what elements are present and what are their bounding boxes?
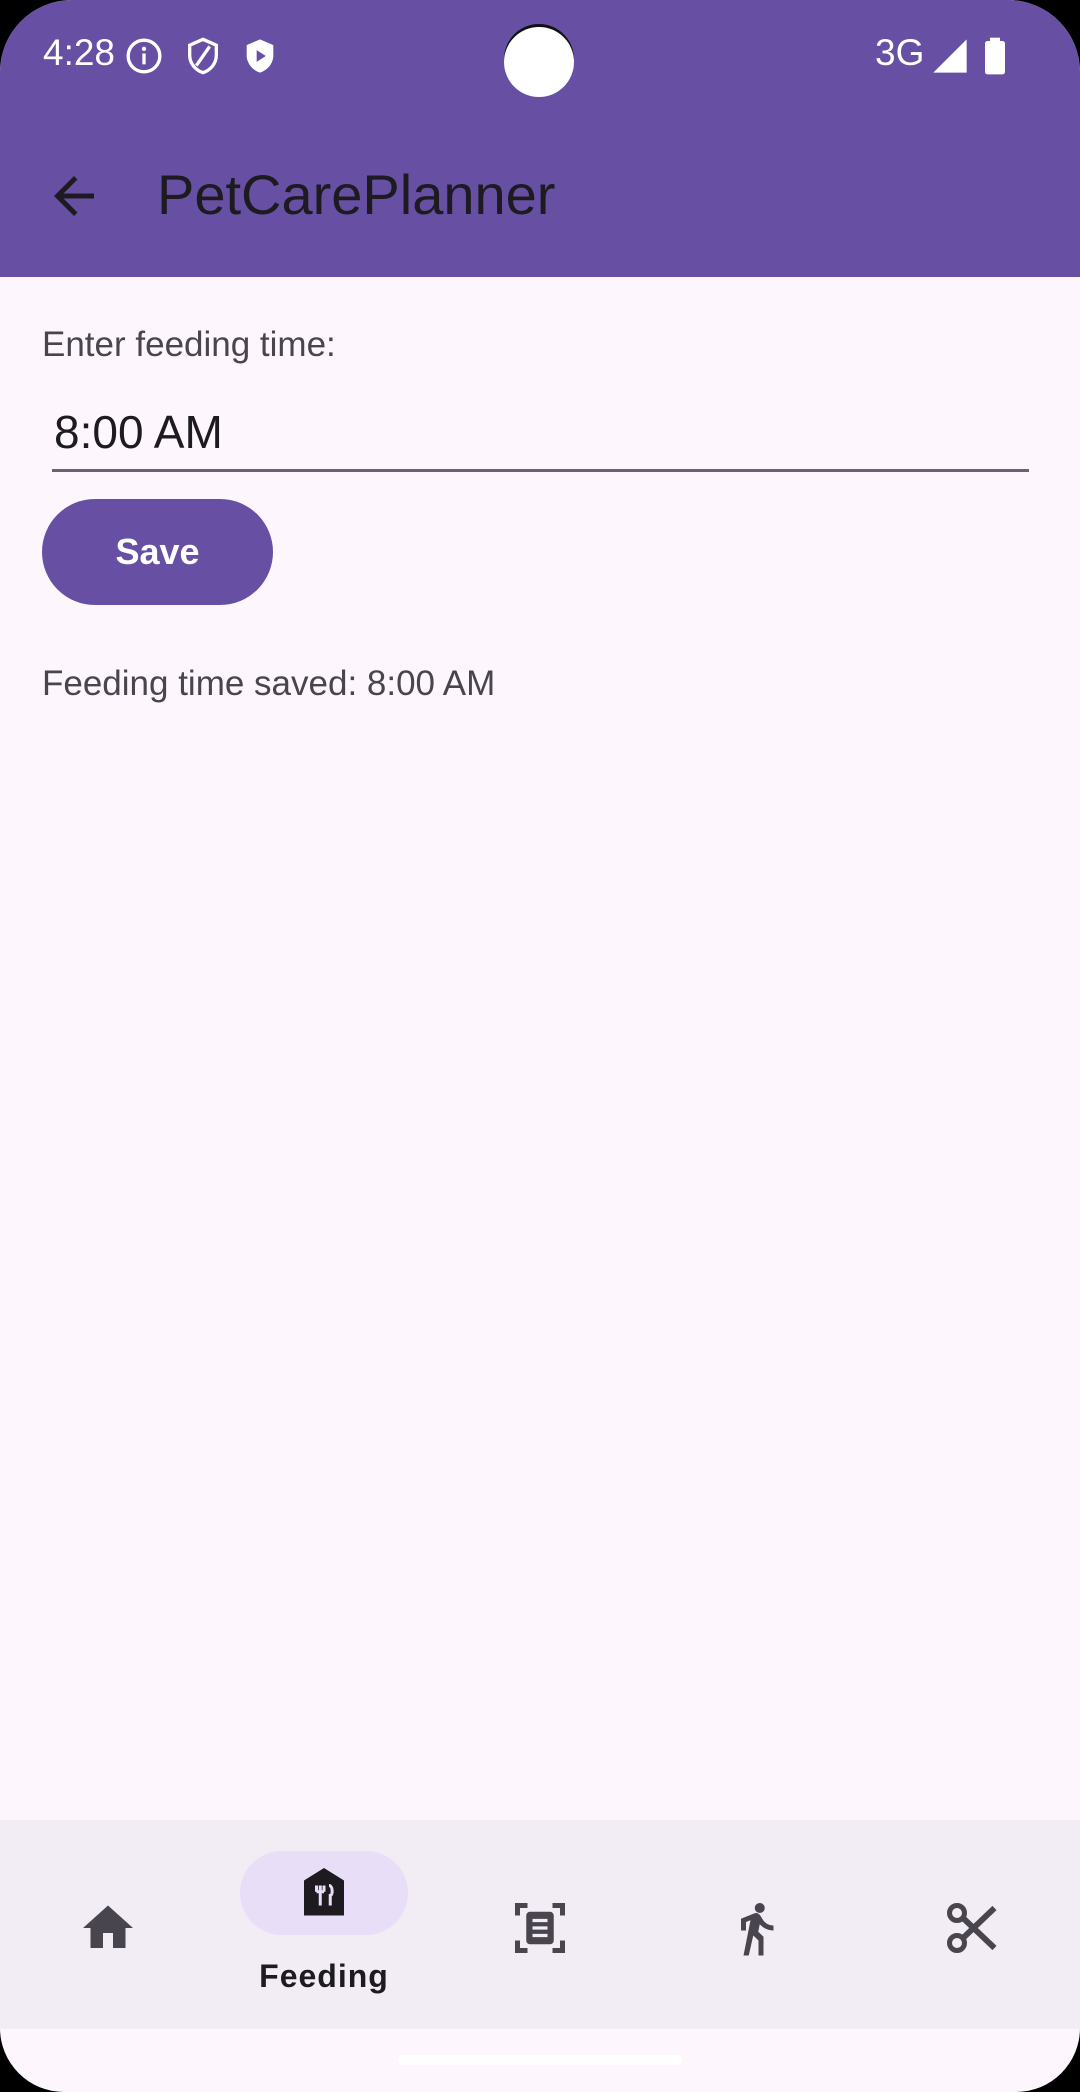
app-title: PetCarePlanner (157, 163, 556, 226)
battery-icon (985, 37, 1005, 75)
nav-label-feeding: Feeding (259, 1958, 389, 1994)
info-icon (126, 38, 162, 74)
shield-play-icon (246, 39, 274, 73)
bottom-navigation: Feeding (0, 1820, 1080, 2029)
status-bar: 4:28 3G (0, 0, 1080, 110)
status-time: 4:28 (43, 32, 116, 73)
shield-icon (188, 37, 218, 75)
nav-active-indicator (240, 1851, 408, 1935)
home-icon (83, 1905, 133, 1948)
arrow-back-icon[interactable] (44, 166, 104, 226)
walk-icon (741, 1903, 774, 1956)
nav-item-grooming[interactable] (864, 1820, 1080, 2029)
network-type: 3G (875, 32, 925, 73)
gesture-handle[interactable] (398, 2055, 682, 2065)
feeding-time-label: Enter feeding time: (42, 325, 336, 364)
saved-message: Feeding time saved: 8:00 AM (42, 664, 496, 703)
nav-item-home[interactable] (0, 1820, 216, 2029)
nav-item-walk[interactable] (648, 1820, 864, 2029)
save-button[interactable]: Save (42, 499, 273, 605)
nav-item-feeding[interactable]: Feeding (216, 1820, 432, 2029)
feeding-time-input[interactable] (52, 395, 1029, 472)
top-app-bar: 4:28 3G PetCarePlanner (0, 0, 1080, 277)
app-screen: 4:28 3G PetCarePlanner Enter feeding tim… (0, 0, 1080, 2092)
camera-cutout (504, 27, 574, 97)
nav-item-records[interactable] (432, 1820, 648, 2029)
document-scan-icon (515, 1903, 565, 1953)
feeding-icon (304, 1868, 344, 1916)
signal-icon (933, 39, 967, 73)
scissors-icon (947, 1903, 997, 1953)
